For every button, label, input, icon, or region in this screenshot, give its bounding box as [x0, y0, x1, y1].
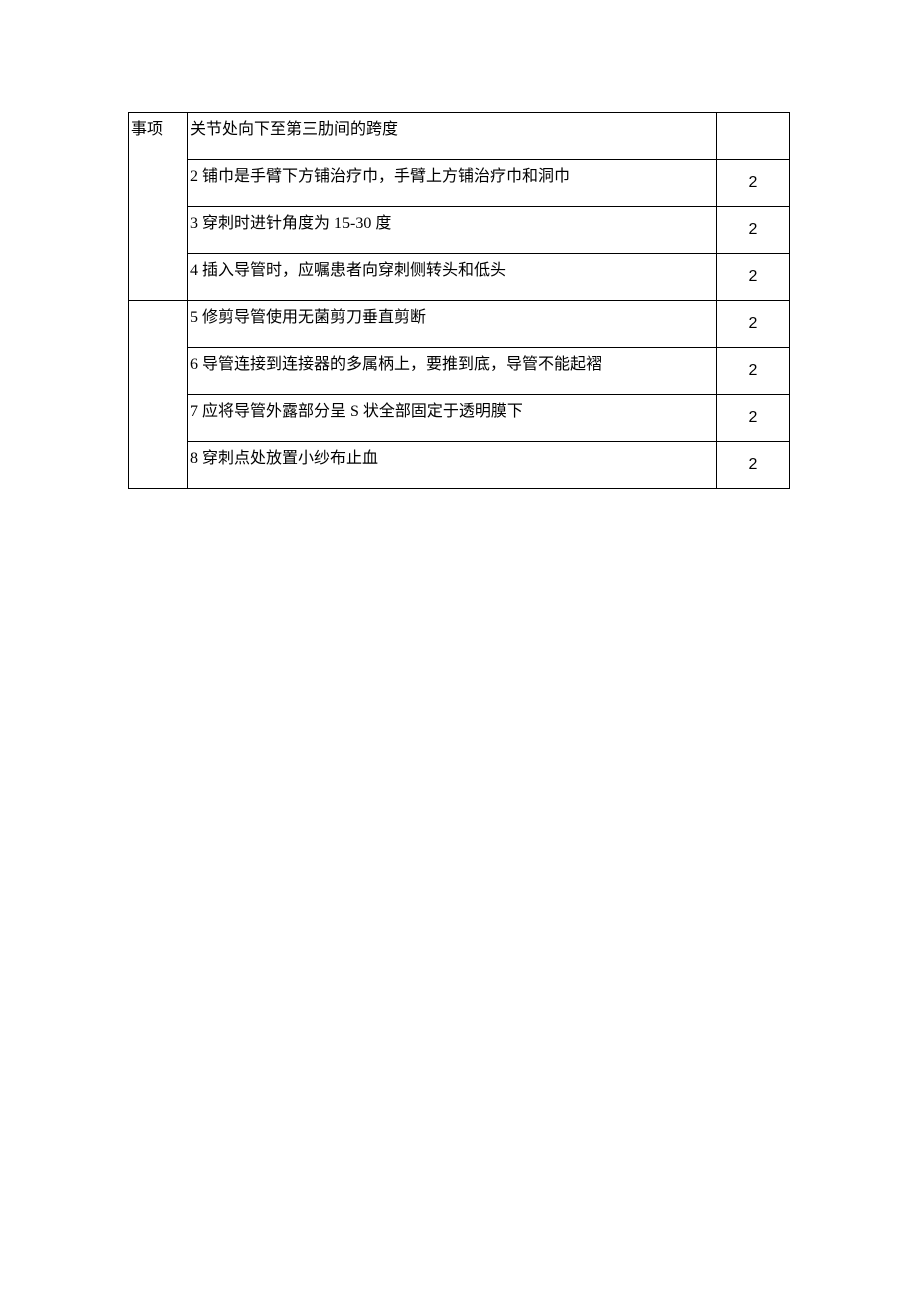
score-text: 2 — [749, 362, 758, 379]
desc-text: 8 穿刺点处放置小纱布止血 — [190, 450, 378, 467]
table-row: 3 穿刺时进针角度为 15-30 度 2 — [129, 207, 790, 254]
score-cell: 2 — [717, 348, 790, 395]
desc-text: 4 插入导管时，应嘱患者向穿刺侧转头和低头 — [190, 262, 506, 279]
table-row: 5 修剪导管使用无菌剪刀垂直剪断 2 — [129, 301, 790, 348]
table-row: 4 插入导管时，应嘱患者向穿刺侧转头和低头 2 — [129, 254, 790, 301]
score-cell: 2 — [717, 395, 790, 442]
assessment-table: 事项 关节处向下至第三肋间的跨度 2 铺巾是手臂下方铺治疗巾，手臂上方铺治疗巾和… — [128, 112, 790, 489]
desc-cell: 2 铺巾是手臂下方铺治疗巾，手臂上方铺治疗巾和洞巾 — [188, 160, 717, 207]
score-text: 2 — [749, 315, 758, 332]
table-row: 事项 关节处向下至第三肋间的跨度 — [129, 113, 790, 160]
category-cell: 事项 — [129, 113, 188, 301]
desc-text: 7 应将导管外露部分呈 S 状全部固定于透明膜下 — [190, 403, 523, 420]
table-row: 2 铺巾是手臂下方铺治疗巾，手臂上方铺治疗巾和洞巾 2 — [129, 160, 790, 207]
score-cell: 2 — [717, 301, 790, 348]
category-label: 事项 — [131, 121, 163, 138]
score-text: 2 — [749, 221, 758, 238]
table-row: 6 导管连接到连接器的多属柄上，要推到底，导管不能起褶 2 — [129, 348, 790, 395]
table-row: 8 穿刺点处放置小纱布止血 2 — [129, 442, 790, 489]
desc-text: 3 穿刺时进针角度为 15-30 度 — [190, 215, 391, 232]
score-text: 2 — [749, 456, 758, 473]
desc-cell: 关节处向下至第三肋间的跨度 — [188, 113, 717, 160]
desc-text: 2 铺巾是手臂下方铺治疗巾，手臂上方铺治疗巾和洞巾 — [190, 168, 570, 185]
desc-cell: 4 插入导管时，应嘱患者向穿刺侧转头和低头 — [188, 254, 717, 301]
score-cell: 2 — [717, 207, 790, 254]
desc-cell: 5 修剪导管使用无菌剪刀垂直剪断 — [188, 301, 717, 348]
desc-cell: 3 穿刺时进针角度为 15-30 度 — [188, 207, 717, 254]
document-page: 事项 关节处向下至第三肋间的跨度 2 铺巾是手臂下方铺治疗巾，手臂上方铺治疗巾和… — [0, 0, 920, 489]
desc-text: 6 导管连接到连接器的多属柄上，要推到底，导管不能起褶 — [190, 356, 602, 373]
desc-text: 5 修剪导管使用无菌剪刀垂直剪断 — [190, 309, 426, 326]
score-cell: 2 — [717, 442, 790, 489]
desc-cell: 6 导管连接到连接器的多属柄上，要推到底，导管不能起褶 — [188, 348, 717, 395]
category-cell-empty — [129, 301, 188, 489]
score-text: 2 — [749, 268, 758, 285]
score-cell: 2 — [717, 160, 790, 207]
score-text: 2 — [749, 174, 758, 191]
score-cell — [717, 113, 790, 160]
desc-text: 关节处向下至第三肋间的跨度 — [190, 121, 398, 138]
desc-cell: 8 穿刺点处放置小纱布止血 — [188, 442, 717, 489]
table-row: 7 应将导管外露部分呈 S 状全部固定于透明膜下 2 — [129, 395, 790, 442]
desc-cell: 7 应将导管外露部分呈 S 状全部固定于透明膜下 — [188, 395, 717, 442]
score-text: 2 — [749, 409, 758, 426]
score-cell: 2 — [717, 254, 790, 301]
